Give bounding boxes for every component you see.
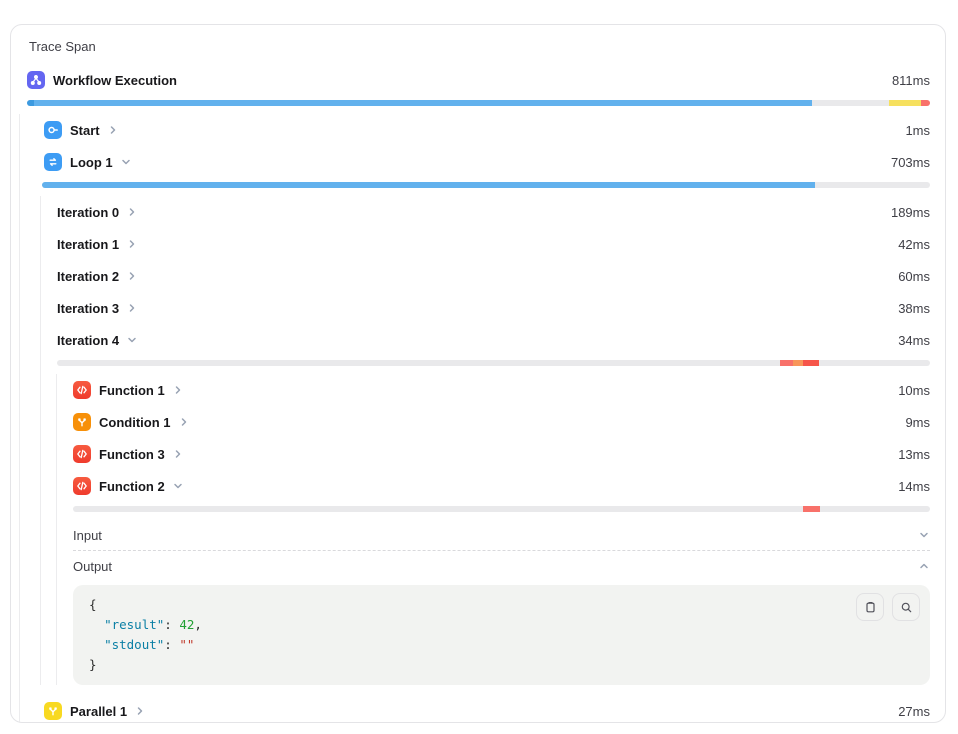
node-label: Loop 1 xyxy=(70,155,113,170)
tree-row-function-3[interactable]: Function 3 13ms xyxy=(73,438,930,470)
branch-icon xyxy=(73,413,91,431)
node-label: Function 1 xyxy=(99,383,165,398)
input-section-header[interactable]: Input xyxy=(73,520,930,550)
tree-row-function-2[interactable]: Function 2 14ms xyxy=(73,470,930,502)
output-label: Output xyxy=(73,559,112,574)
search-icon xyxy=(900,601,913,614)
chevron-down-icon[interactable] xyxy=(918,529,930,541)
tree-row-function-1[interactable]: Function 1 10ms xyxy=(73,374,930,406)
json-key: "result" xyxy=(104,617,164,632)
timeline-bar-iteration-4 xyxy=(57,360,930,366)
input-label: Input xyxy=(73,528,102,543)
tree-row-workflow-execution[interactable]: Workflow Execution 811ms xyxy=(27,64,930,96)
chevron-down-icon[interactable] xyxy=(121,157,131,167)
tree-row-loop-1[interactable]: Loop 1 703ms xyxy=(44,146,930,178)
node-duration: 1ms xyxy=(905,123,930,138)
output-section-header[interactable]: Output xyxy=(73,551,930,581)
tree-row-condition-1[interactable]: Condition 1 9ms xyxy=(73,406,930,438)
node-label: Iteration 3 xyxy=(57,301,119,316)
node-label: Start xyxy=(70,123,100,138)
chevron-up-icon[interactable] xyxy=(918,560,930,572)
chevron-right-icon[interactable] xyxy=(127,271,137,281)
copy-icon xyxy=(864,601,877,614)
node-duration: 10ms xyxy=(898,383,930,398)
timeline-bar-loop xyxy=(42,182,930,188)
node-label: Iteration 0 xyxy=(57,205,119,220)
copy-button[interactable] xyxy=(856,593,884,621)
workflow-children: Start 1ms Loop 1 703ms xyxy=(19,114,930,723)
search-button[interactable] xyxy=(892,593,920,621)
node-duration: 27ms xyxy=(898,704,930,719)
node-duration: 9ms xyxy=(905,415,930,430)
code-line: "result": 42, xyxy=(89,615,916,635)
node-label: Function 2 xyxy=(99,479,165,494)
json-string: "" xyxy=(179,637,194,652)
node-duration: 811ms xyxy=(892,73,930,88)
node-label: Condition 1 xyxy=(99,415,171,430)
code-icon xyxy=(73,477,91,495)
node-duration: 703ms xyxy=(891,155,930,170)
node-duration: 13ms xyxy=(898,447,930,462)
code-line: { xyxy=(89,595,916,615)
chevron-right-icon[interactable] xyxy=(127,303,137,313)
chevron-right-icon[interactable] xyxy=(173,385,183,395)
trace-span-panel: Trace Span Workflow Execution 811ms Star… xyxy=(10,24,946,723)
node-duration: 42ms xyxy=(898,237,930,252)
output-code-block: { "result": 42, "stdout": "" } xyxy=(73,585,930,685)
panel-title: Trace Span xyxy=(27,37,930,64)
node-label: Function 3 xyxy=(99,447,165,462)
node-label: Workflow Execution xyxy=(53,73,177,88)
iteration-4-children: Function 1 10ms Condition 1 xyxy=(56,374,930,685)
loop-children: Iteration 0 189ms Iteration 1 42ms Itera… xyxy=(40,196,930,685)
tree-row-start[interactable]: Start 1ms xyxy=(44,114,930,146)
timeline-bar-workflow xyxy=(27,100,930,106)
chevron-down-icon[interactable] xyxy=(127,335,137,345)
chevron-right-icon[interactable] xyxy=(127,239,137,249)
tree-row-iteration-2[interactable]: Iteration 2 60ms xyxy=(57,260,930,292)
tree-row-iteration-0[interactable]: Iteration 0 189ms xyxy=(57,196,930,228)
tree-row-iteration-4[interactable]: Iteration 4 34ms xyxy=(57,324,930,356)
workflow-nodes-icon xyxy=(27,71,45,89)
json-key: "stdout" xyxy=(104,637,164,652)
node-duration: 14ms xyxy=(898,479,930,494)
node-label: Parallel 1 xyxy=(70,704,127,719)
node-duration: 189ms xyxy=(891,205,930,220)
loop-icon xyxy=(44,153,62,171)
start-icon xyxy=(44,121,62,139)
tree-row-parallel-1[interactable]: Parallel 1 27ms xyxy=(44,695,930,723)
node-duration: 38ms xyxy=(898,301,930,316)
chevron-right-icon[interactable] xyxy=(173,449,183,459)
code-icon xyxy=(73,381,91,399)
node-label: Iteration 2 xyxy=(57,269,119,284)
code-line: "stdout": "" xyxy=(89,635,916,655)
json-number: 42 xyxy=(179,617,194,632)
timeline-bar-function-2 xyxy=(73,506,930,512)
node-duration: 34ms xyxy=(898,333,930,348)
chevron-right-icon[interactable] xyxy=(179,417,189,427)
chevron-right-icon[interactable] xyxy=(108,125,118,135)
chevron-down-icon[interactable] xyxy=(173,481,183,491)
branch-icon xyxy=(44,702,62,720)
node-duration: 60ms xyxy=(898,269,930,284)
node-label: Iteration 4 xyxy=(57,333,119,348)
tree-row-iteration-3[interactable]: Iteration 3 38ms xyxy=(57,292,930,324)
node-label: Iteration 1 xyxy=(57,237,119,252)
chevron-right-icon[interactable] xyxy=(135,706,145,716)
code-icon xyxy=(73,445,91,463)
tree-row-iteration-1[interactable]: Iteration 1 42ms xyxy=(57,228,930,260)
code-line: } xyxy=(89,655,916,675)
chevron-right-icon[interactable] xyxy=(127,207,137,217)
